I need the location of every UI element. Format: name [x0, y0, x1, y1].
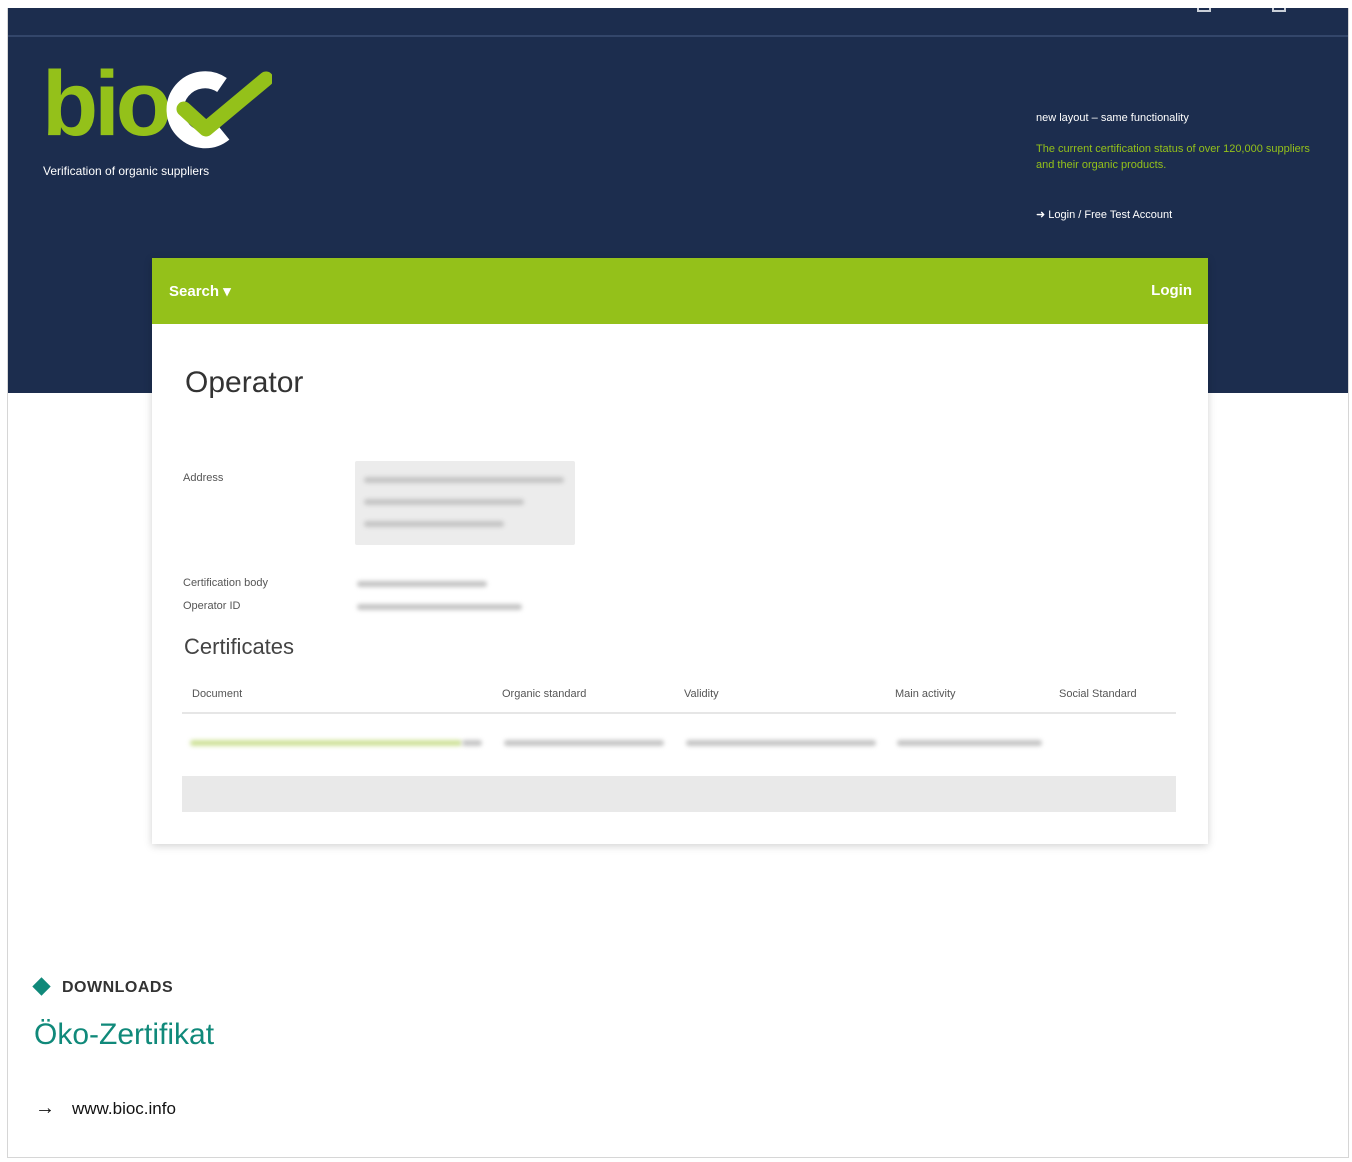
table-footer-bar [182, 776, 1176, 812]
address-label: Address [183, 472, 224, 484]
column-header-validity: Validity [684, 688, 719, 700]
arrow-right-icon: → [35, 1097, 55, 1119]
operator-id-label: Operator ID [183, 600, 241, 612]
window-control-icon[interactable] [1197, 8, 1211, 12]
certification-body-label: Certification body [183, 577, 268, 589]
login-free-test-link[interactable]: ➜ Login / Free Test Account [1036, 207, 1172, 223]
column-header-social-standard: Social Standard [1059, 688, 1137, 700]
column-header-main-activity: Main activity [895, 688, 956, 700]
logo-tagline: Verification of organic suppliers [43, 164, 210, 178]
screenshot-frame: bio Verification of organic suppliers ne… [7, 8, 1349, 1158]
pdf-icon[interactable] [462, 740, 482, 746]
bioc-website-link[interactable]: www.bioc.info [72, 1099, 176, 1119]
operator-card: Search ▾ Login Operator Address Certific… [152, 258, 1208, 844]
logo-wordmark: bio [42, 53, 172, 155]
certification-body-value-redacted [357, 581, 487, 587]
window-control-icon[interactable] [1272, 8, 1286, 12]
login-free-test-label: Login / Free Test Account [1048, 209, 1173, 221]
downloads-label: DOWNLOADS [62, 979, 174, 996]
column-header-document: Document [192, 688, 243, 700]
certificates-title: Certificates [184, 634, 295, 659]
bioc-check-logo-icon [166, 71, 272, 149]
card-navbar: Search ▾ Login [152, 258, 1208, 324]
layout-note: new layout – same functionality [1036, 112, 1189, 124]
address-value-redacted [355, 461, 575, 545]
column-header-organic-standard: Organic standard [502, 688, 587, 700]
operator-title: Operator [185, 366, 304, 399]
arrow-right-to-bracket-icon: ➜ [1036, 209, 1046, 221]
organic-standard-value-redacted [504, 740, 664, 746]
search-menu-button[interactable]: Search ▾ [169, 282, 231, 300]
table-header-divider [182, 712, 1176, 714]
main-activity-value-redacted [897, 740, 1042, 746]
document-link-redacted[interactable] [190, 740, 462, 746]
validity-value-redacted [686, 740, 876, 746]
header-description: The current certification status of over… [1036, 143, 1310, 171]
downloads-title: Öko-Zertifikat [34, 1018, 215, 1051]
operator-id-value-redacted [357, 604, 522, 610]
header-divider [8, 35, 1348, 37]
login-button[interactable]: Login [1151, 282, 1192, 299]
